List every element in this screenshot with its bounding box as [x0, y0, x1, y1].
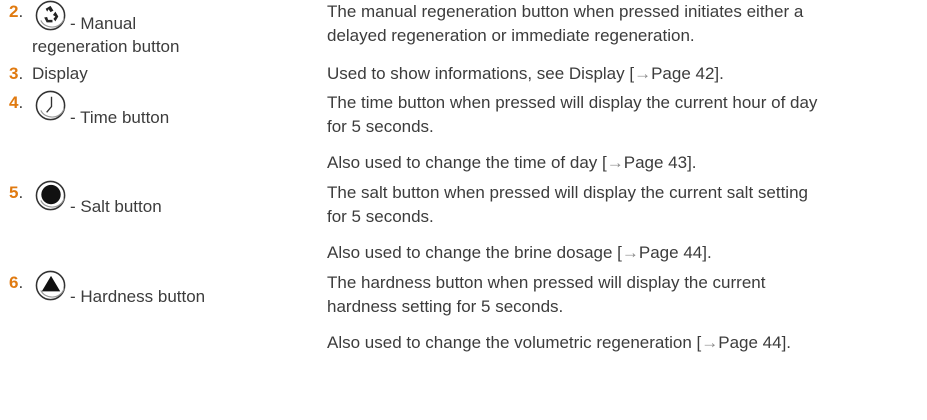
item-description: The hardness button when pressed will di…	[327, 273, 766, 316]
button-label: - Hardness button	[70, 287, 206, 306]
arrow-right-icon: →	[701, 333, 719, 352]
button-label-continued: regeneration button	[32, 37, 180, 56]
arrow-right-icon: →	[634, 64, 652, 83]
button-label: - Time button	[70, 108, 170, 127]
button-label: - Manual	[70, 14, 137, 33]
clock-icon	[35, 90, 66, 121]
item-label: Display	[32, 64, 88, 83]
item-number: 3.	[9, 64, 24, 83]
recycle-icon	[35, 0, 66, 31]
item-description: The salt button when pressed will displa…	[327, 183, 808, 226]
arrow-right-icon: →	[621, 243, 639, 262]
item-number: 4.	[9, 93, 24, 112]
item-description: The manual regeneration button when pres…	[327, 2, 804, 45]
triangle-up-icon	[35, 270, 66, 301]
filled-circle-icon	[35, 180, 66, 211]
item-extra-description: Also used to change the time of day [→Pa…	[327, 153, 697, 172]
item-extra-description: Also used to change the brine dosage [→P…	[327, 243, 712, 262]
item-description: Used to show informations, see Display […	[327, 64, 724, 83]
item-number: 2.	[9, 2, 24, 21]
item-extra-description: Also used to change the volumetric regen…	[327, 333, 792, 352]
item-description: The time button when pressed will displa…	[327, 93, 818, 136]
item-number: 6.	[9, 273, 24, 292]
item-number: 5.	[9, 183, 24, 202]
arrow-right-icon: →	[606, 153, 624, 172]
button-label: - Salt button	[70, 197, 162, 216]
